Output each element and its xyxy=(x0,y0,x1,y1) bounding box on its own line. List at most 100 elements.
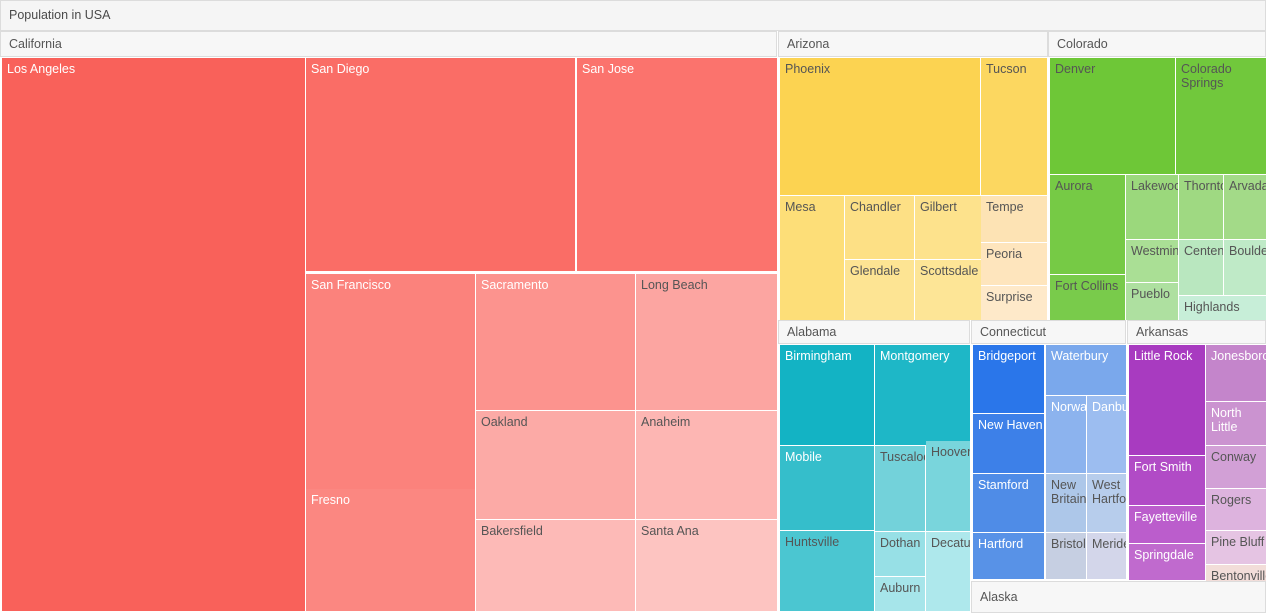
cell-label: Fresno xyxy=(311,493,350,507)
treemap-cell-san-diego[interactable]: San Diego xyxy=(306,58,575,271)
treemap-cell-gilbert[interactable]: Gilbert xyxy=(915,196,981,259)
treemap-cell-colorado-springs[interactable]: Colorado Springs xyxy=(1176,58,1266,174)
treemap-cell-boulder[interactable]: Boulder xyxy=(1224,240,1266,295)
treemap-cell-new-britain[interactable]: New Britain xyxy=(1046,474,1086,532)
treemap-cell-conway[interactable]: Conway xyxy=(1206,446,1266,488)
treemap-cell-lakewood[interactable]: Lakewood xyxy=(1126,175,1178,239)
cell-label: Glendale xyxy=(850,264,901,278)
treemap-cell-pueblo[interactable]: Pueblo xyxy=(1126,283,1178,320)
cell-label: Fayetteville xyxy=(1134,510,1198,524)
treemap-cell-bristol[interactable]: Bristol xyxy=(1046,533,1086,579)
cell-label: Mobile xyxy=(785,450,822,464)
treemap-cell-mesa[interactable]: Mesa xyxy=(780,196,844,320)
treemap-cell-stamford[interactable]: Stamford xyxy=(973,474,1044,532)
treemap-cell-waterbury[interactable]: Waterbury xyxy=(1046,345,1126,395)
treemap-cell-santa-ana[interactable]: Santa Ana xyxy=(636,520,777,611)
treemap-cell-surprise[interactable]: Surprise xyxy=(981,286,1047,320)
cell-label: Montgomery xyxy=(880,349,950,363)
treemap-cell-huntsville[interactable]: Huntsville xyxy=(780,531,874,611)
treemap-cell-decatur[interactable]: Decatur xyxy=(926,532,970,611)
treemap-cell-rogers[interactable]: Rogers xyxy=(1206,489,1266,530)
treemap-chart: Population in USA California Los Angeles… xyxy=(0,0,1266,613)
cell-label: Springdale xyxy=(1134,548,1194,562)
treemap-cell-oakland[interactable]: Oakland xyxy=(476,411,635,519)
treemap-cell-anaheim[interactable]: Anaheim xyxy=(636,411,777,519)
treemap-cell-pine-bluff[interactable]: Pine Bluff xyxy=(1206,531,1266,564)
treemap-cell-fort-smith[interactable]: Fort Smith xyxy=(1129,456,1205,505)
treemap-cell-phoenix[interactable]: Phoenix xyxy=(780,58,980,195)
treemap-cell-west-hartford[interactable]: West Hartford xyxy=(1087,474,1126,532)
cell-label: Highlands xyxy=(1184,300,1240,314)
treemap-cell-san-jose[interactable]: San Jose xyxy=(577,58,777,271)
group-header-colorado[interactable]: Colorado xyxy=(1048,31,1266,57)
cell-label: Tempe xyxy=(986,200,1024,214)
treemap-cell-jonesboro[interactable]: Jonesboro xyxy=(1206,345,1266,401)
treemap-cell-auburn[interactable]: Auburn xyxy=(875,577,925,611)
treemap-cell-scottsdale[interactable]: Scottsdale xyxy=(915,260,981,320)
cell-label: San Diego xyxy=(311,62,370,76)
treemap-cell-glendale[interactable]: Glendale xyxy=(845,260,914,320)
cell-label: Colorado Springs xyxy=(1181,62,1232,90)
treemap-cell-little-rock[interactable]: Little Rock xyxy=(1129,345,1205,455)
treemap-cell-aurora[interactable]: Aurora xyxy=(1050,175,1125,274)
cell-label: Huntsville xyxy=(785,535,840,549)
cell-label: Mesa xyxy=(785,200,816,214)
treemap-cell-arvada[interactable]: Arvada xyxy=(1224,175,1266,239)
group-header-connecticut[interactable]: Connecticut xyxy=(971,320,1126,344)
cell-label: Boulder xyxy=(1229,244,1266,258)
group-header-arkansas[interactable]: Arkansas xyxy=(1127,320,1266,344)
treemap-cell-fayetteville[interactable]: Fayetteville xyxy=(1129,506,1205,543)
group-header-alaska[interactable]: Alaska xyxy=(971,581,1266,613)
group-header-arizona[interactable]: Arizona xyxy=(778,31,1048,57)
treemap-cell-bridgeport[interactable]: Bridgeport xyxy=(973,345,1044,413)
treemap-cell-centennial[interactable]: Centennial xyxy=(1179,240,1223,295)
cell-label: Bristol xyxy=(1051,537,1086,551)
group-header-alabama[interactable]: Alabama xyxy=(778,320,970,344)
group-label-california: California xyxy=(9,36,62,51)
treemap-cell-chandler[interactable]: Chandler xyxy=(845,196,914,259)
treemap-cell-thornton[interactable]: Thornton xyxy=(1179,175,1223,239)
treemap-cell-tempe[interactable]: Tempe xyxy=(981,196,1047,242)
group-label-arizona: Arizona xyxy=(787,36,830,51)
treemap-cell-fort-collins[interactable]: Fort Collins xyxy=(1050,275,1125,320)
cell-label: Los Angeles xyxy=(7,62,76,76)
treemap-cell-fresno[interactable]: Fresno xyxy=(306,489,475,611)
cell-label: Hartford xyxy=(978,537,1024,551)
treemap-cell-long-beach[interactable]: Long Beach xyxy=(636,274,777,410)
cell-label: Gilbert xyxy=(920,200,957,214)
treemap-cell-hoover[interactable]: Hoover xyxy=(926,441,970,531)
treemap-cell-bakersfield[interactable]: Bakersfield xyxy=(476,520,635,611)
treemap-cell-mobile[interactable]: Mobile xyxy=(780,446,874,530)
treemap-cell-los-angeles[interactable]: Los Angeles xyxy=(2,58,305,611)
treemap-cell-north-little[interactable]: North Little xyxy=(1206,402,1266,445)
treemap-cell-sacramento[interactable]: Sacramento xyxy=(476,274,635,410)
cell-label: Surprise xyxy=(986,290,1033,304)
treemap-cell-birmingham[interactable]: Birmingham xyxy=(780,345,874,445)
treemap-cell-denver[interactable]: Denver xyxy=(1050,58,1175,174)
treemap-cell-new-haven[interactable]: New Haven xyxy=(973,414,1044,473)
cell-label: Auburn xyxy=(880,581,921,595)
treemap-cell-tucson[interactable]: Tucson xyxy=(981,58,1047,195)
treemap-cell-san-francisco[interactable]: San Francisco xyxy=(306,274,475,489)
treemap-cell-highlands[interactable]: Highlands xyxy=(1179,296,1266,320)
treemap-cell-meriden[interactable]: Meriden xyxy=(1087,533,1126,579)
treemap-cell-westminster[interactable]: Westminster xyxy=(1126,240,1178,282)
treemap-cell-hartford[interactable]: Hartford xyxy=(973,533,1044,579)
treemap-cell-danbury[interactable]: Danbury xyxy=(1087,396,1126,473)
treemap-cell-dothan[interactable]: Dothan xyxy=(875,532,925,576)
cell-label: Fort Smith xyxy=(1134,460,1192,474)
group-label-alabama: Alabama xyxy=(787,324,837,339)
treemap-cell-norwalk[interactable]: Norwalk xyxy=(1046,396,1086,473)
treemap-cell-montgomery[interactable]: Montgomery xyxy=(875,345,970,445)
cell-label: Lakewood xyxy=(1131,179,1178,193)
cell-label: Denver xyxy=(1055,62,1096,76)
cell-label: Conway xyxy=(1211,450,1257,464)
group-header-california[interactable]: California xyxy=(0,31,777,57)
cell-label: Waterbury xyxy=(1051,349,1109,363)
treemap-cell-peoria[interactable]: Peoria xyxy=(981,243,1047,285)
cell-label: Arvada xyxy=(1229,179,1266,193)
treemap-cell-springdale[interactable]: Springdale xyxy=(1129,544,1205,580)
cell-label: Chandler xyxy=(850,200,901,214)
treemap-cell-tuscaloosa[interactable]: Tuscaloosa xyxy=(875,446,925,531)
cell-label: San Francisco xyxy=(311,278,391,292)
